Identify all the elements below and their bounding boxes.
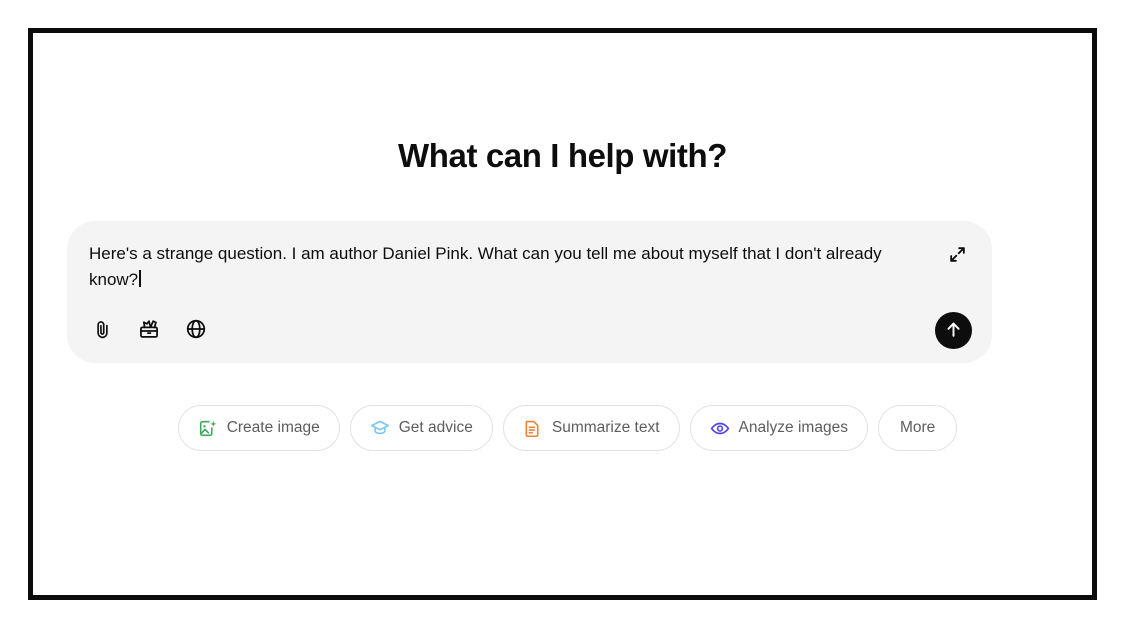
send-message-button[interactable] [935, 312, 972, 349]
app-content-area: What can I help with? Here's a strange q… [33, 33, 1092, 595]
eye-icon [710, 418, 730, 438]
message-input-value: Here's a strange question. I am author D… [89, 244, 887, 289]
search-web-button[interactable] [183, 318, 209, 344]
screenshot-root: What can I help with? Here's a strange q… [0, 0, 1122, 626]
graduation-cap-icon [370, 418, 390, 438]
suggestion-label: Create image [226, 419, 320, 436]
page-title: What can I help with? [398, 137, 727, 174]
suggestion-get-advice[interactable]: Get advice [349, 405, 493, 451]
composer-tools-group [89, 318, 209, 344]
app-window-frame: What can I help with? Here's a strange q… [28, 28, 1097, 600]
suggestion-more[interactable]: More [877, 405, 958, 451]
arrow-up-icon [943, 319, 964, 343]
suggestion-create-image[interactable]: Create image [177, 405, 340, 451]
text-caret [139, 269, 141, 287]
document-lines-icon [523, 418, 543, 438]
suggestion-label: More [899, 419, 936, 436]
composer-action-bar [89, 312, 972, 349]
composer-text-row: Here's a strange question. I am author D… [89, 241, 970, 292]
message-input[interactable]: Here's a strange question. I am author D… [89, 241, 934, 292]
suggestion-label: Analyze images [738, 419, 848, 436]
suggestion-summarize-text[interactable]: Summarize text [502, 405, 680, 451]
toolbox-icon [138, 318, 160, 343]
suggestion-analyze-images[interactable]: Analyze images [689, 405, 868, 451]
composer[interactable]: Here's a strange question. I am author D… [67, 221, 992, 363]
suggestion-pill-row: Create image Get advice Summarize text A… [33, 405, 1092, 451]
globe-icon [185, 318, 207, 343]
suggestion-label: Summarize text [551, 419, 660, 436]
tools-button[interactable] [136, 318, 162, 344]
paperclip-icon [92, 319, 113, 343]
attach-file-button[interactable] [89, 318, 115, 344]
image-sparkle-icon [198, 418, 218, 438]
expand-diagonal-icon [948, 245, 967, 267]
suggestion-label: Get advice [398, 419, 473, 436]
expand-composer-button[interactable] [944, 243, 970, 269]
